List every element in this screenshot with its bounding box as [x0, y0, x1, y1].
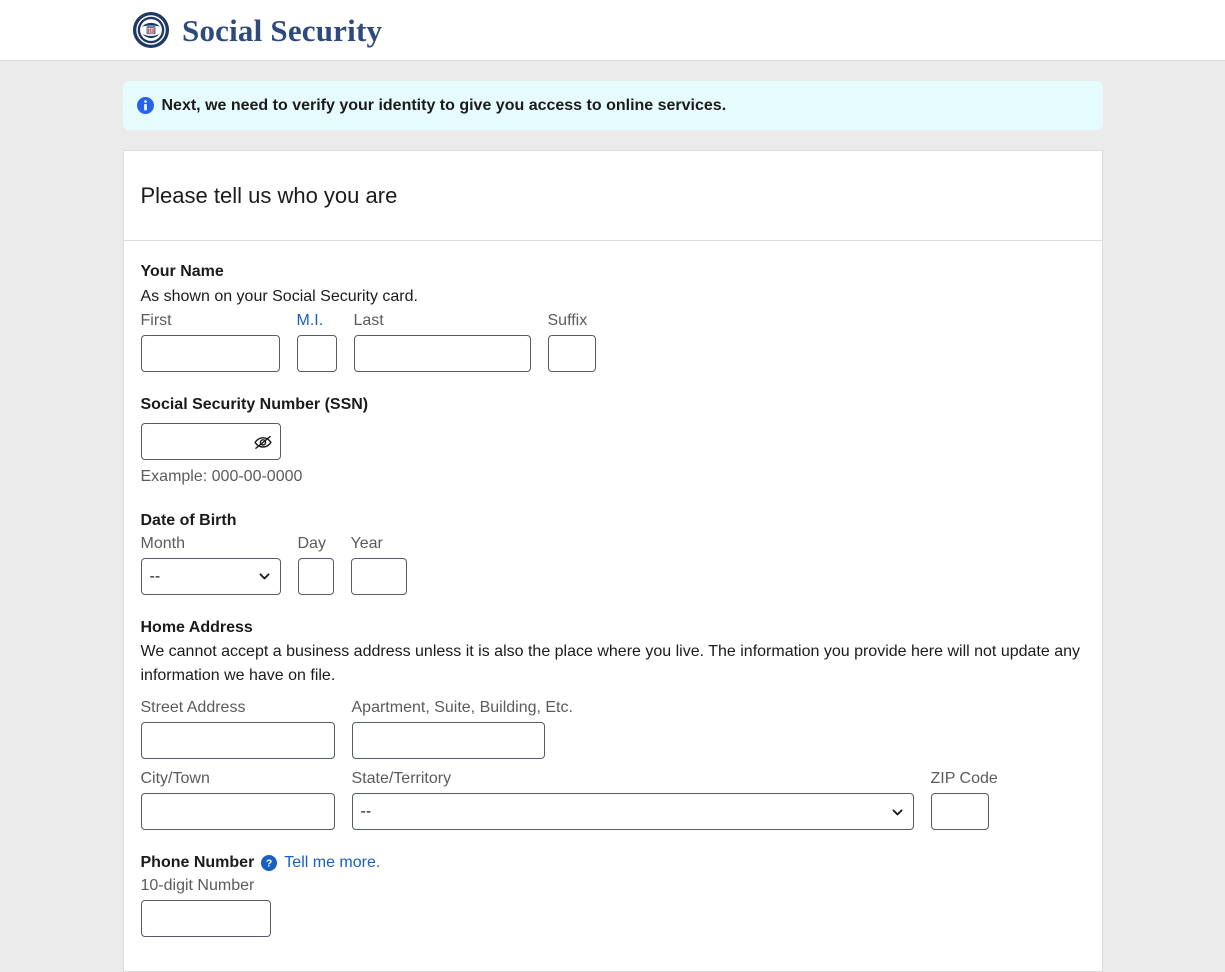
dob-legend: Date of Birth — [140, 512, 237, 530]
first-name-label: First — [140, 311, 172, 329]
street-address-label: Street Address — [140, 699, 246, 717]
section-phone-number: Phone Number ? Tell me more. 10-digit Nu… — [140, 852, 1085, 937]
city-input[interactable] — [140, 793, 335, 831]
zip-field: ZIP Code — [930, 769, 998, 831]
apartment-input[interactable] — [351, 722, 545, 760]
middle-initial-input[interactable] — [296, 334, 337, 372]
identity-form-card: Please tell us who you are Your Name As … — [122, 150, 1103, 972]
phone-number-field: 10-digit Number — [140, 876, 1085, 937]
info-circle-icon — [136, 97, 154, 115]
ssa-seal-icon — [132, 11, 170, 49]
dob-day-field: Day — [297, 534, 334, 595]
last-name-input[interactable] — [353, 334, 531, 372]
your-name-legend: Your Name — [140, 263, 224, 281]
dob-month-field: Month -- — [140, 534, 281, 595]
brand-name: Social Security — [182, 12, 383, 48]
middle-initial-label: M.I. — [296, 311, 324, 329]
card-body: Your Name As shown on your Social Securi… — [124, 241, 1102, 971]
suffix-field: Suffix — [547, 311, 596, 372]
card-header: Please tell us who you are — [123, 151, 1102, 242]
section-your-name: Your Name As shown on your Social Securi… — [140, 261, 1085, 372]
phone-legend-row: Phone Number ? Tell me more. — [141, 852, 1085, 874]
home-address-legend: Home Address — [140, 618, 253, 636]
site-header: Social Security — [0, 0, 1225, 61]
eye-slash-icon[interactable] — [252, 431, 274, 453]
city-field: City/Town — [140, 769, 335, 831]
section-home-address: Home Address We cannot accept a business… — [140, 617, 1085, 831]
address-line1-row: Street Address Apartment, Suite, Buildin… — [140, 698, 1085, 760]
dob-year-input[interactable] — [350, 557, 407, 595]
suffix-input[interactable] — [547, 334, 596, 372]
apartment-field: Apartment, Suite, Building, Etc. — [351, 698, 573, 760]
question-circle-icon[interactable]: ? — [261, 855, 278, 872]
phone-number-label: 10-digit Number — [140, 876, 255, 894]
info-alert: Next, we need to verify your identity to… — [122, 81, 1103, 131]
alert-message: Next, we need to verify your identity to… — [161, 97, 727, 114]
street-address-input[interactable] — [140, 722, 335, 760]
last-name-field: Last — [353, 311, 531, 372]
state-label: State/Territory — [351, 770, 452, 788]
dob-fields-row: Month -- Day Year — [140, 534, 1085, 595]
state-select-wrapper: -- — [351, 793, 914, 831]
state-select[interactable]: -- — [351, 793, 914, 831]
dob-month-select-wrapper: -- — [140, 557, 281, 595]
ssn-legend: Social Security Number (SSN) — [140, 395, 369, 413]
first-name-input[interactable] — [140, 334, 280, 372]
suffix-label: Suffix — [547, 311, 588, 329]
section-ssn: Social Security Number (SSN) Example: 00… — [140, 394, 1085, 488]
address-line2-row: City/Town State/Territory -- ZIP Code — [140, 769, 1085, 831]
apartment-label: Apartment, Suite, Building, Etc. — [351, 699, 573, 717]
your-name-hint: As shown on your Social Security card. — [140, 287, 418, 305]
page-content: Next, we need to verify your identity to… — [0, 61, 1225, 972]
dob-month-label: Month — [140, 534, 185, 552]
tell-me-more-link[interactable]: Tell me more. — [284, 854, 380, 872]
state-field: State/Territory -- — [351, 769, 914, 831]
phone-legend: Phone Number — [140, 854, 255, 872]
street-address-field: Street Address — [140, 698, 335, 760]
zip-label: ZIP Code — [930, 770, 998, 788]
name-fields-row: First M.I. Last Suffix — [140, 311, 1085, 372]
dob-day-input[interactable] — [297, 557, 334, 595]
home-address-hint: We cannot accept a business address unle… — [140, 643, 1081, 685]
dob-month-select[interactable]: -- — [140, 557, 281, 595]
dob-year-label: Year — [350, 534, 383, 552]
last-name-label: Last — [353, 311, 384, 329]
middle-initial-field: M.I. — [296, 311, 337, 372]
brand[interactable]: Social Security — [132, 11, 382, 49]
phone-number-input[interactable] — [140, 899, 271, 937]
dob-day-label: Day — [297, 534, 326, 552]
city-label: City/Town — [140, 770, 210, 788]
page-title: Please tell us who you are — [140, 182, 398, 208]
ssn-example: Example: 000-00-0000 — [140, 468, 303, 486]
dob-year-field: Year — [350, 534, 407, 595]
svg-text:?: ? — [266, 859, 272, 870]
ssn-input-wrapper — [140, 423, 281, 461]
section-date-of-birth: Date of Birth Month -- Day Year — [140, 510, 1085, 595]
zip-input[interactable] — [930, 793, 989, 831]
first-name-field: First — [140, 311, 280, 372]
